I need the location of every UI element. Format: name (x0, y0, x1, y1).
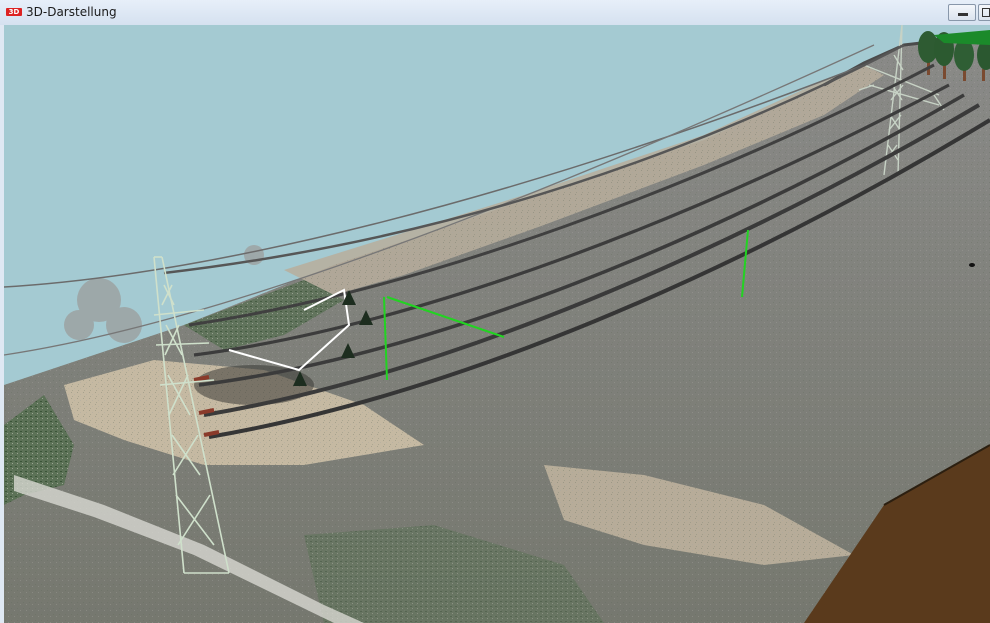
restore-icon (982, 8, 990, 17)
restore-button[interactable] (978, 4, 990, 21)
minimize-icon (958, 13, 968, 16)
3d-scene[interactable] (4, 25, 990, 623)
window-title: 3D-Darstellung (26, 5, 117, 19)
3d-viewport[interactable] (4, 25, 990, 623)
marker-dot (969, 263, 975, 267)
terrain (4, 33, 990, 623)
window-titlebar: 3D 3D-Darstellung (0, 0, 990, 26)
app-3d-icon: 3D (6, 8, 22, 16)
minimize-button[interactable] (948, 4, 976, 21)
